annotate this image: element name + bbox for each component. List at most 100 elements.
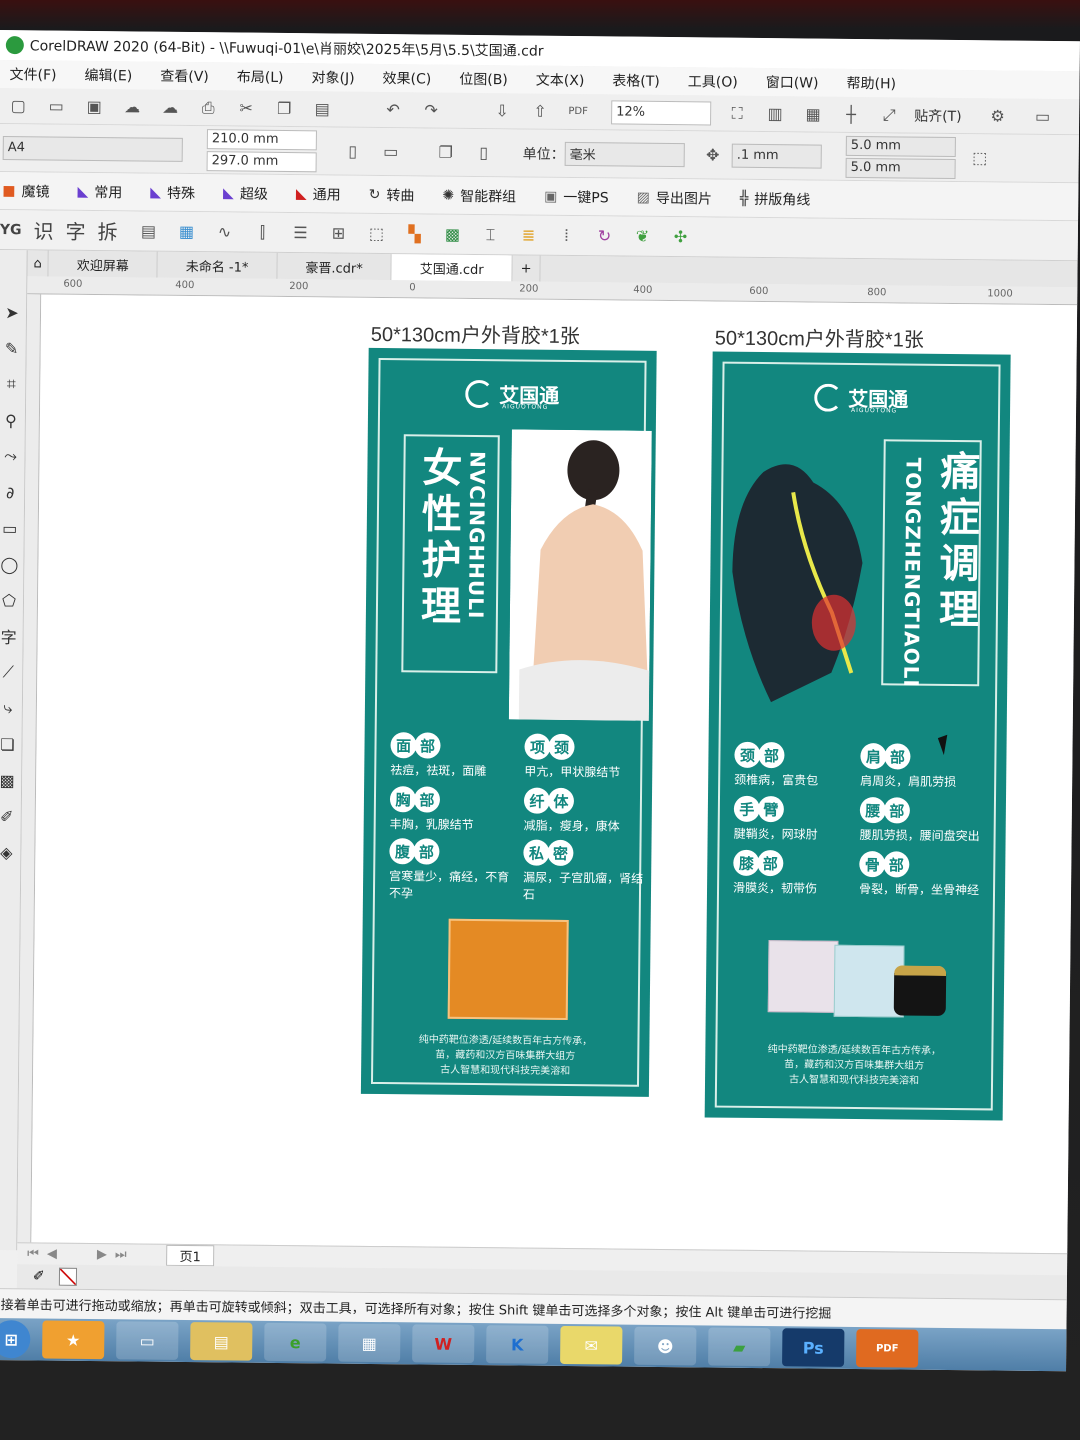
paste-icon[interactable]: ▤ <box>310 98 334 120</box>
menu-object[interactable]: 对象(J) <box>311 67 354 87</box>
tab-haojin[interactable]: 豪晋.cdr* <box>277 252 392 281</box>
ie-browser-icon[interactable]: e <box>264 1322 327 1362</box>
start-button-icon[interactable]: ⊞ <box>0 1319 31 1359</box>
plugin-mojing[interactable]: ■ 魔镜 <box>2 181 49 201</box>
rulers-icon[interactable]: ▥ <box>763 102 787 124</box>
k-app-icon[interactable]: K <box>486 1325 549 1364</box>
puzzle-icon[interactable]: ✣ <box>668 226 692 248</box>
artistic-media-icon[interactable]: ∂ <box>0 474 25 510</box>
guidelines-icon[interactable]: ┼ <box>839 103 863 125</box>
options-gear-icon[interactable]: ⚙ <box>986 105 1010 127</box>
page-height-field[interactable]: 297.0 mm <box>206 150 317 172</box>
zoom-level-field[interactable]: 12% <box>611 99 712 125</box>
save-icon[interactable]: ▣ <box>82 95 106 117</box>
eyedropper-icon[interactable]: ✐ <box>33 1268 45 1284</box>
drawing-canvas[interactable]: 50*130cm户外背胶*1张 艾国通 AIGUOTONG 女性护理 NVCIN… <box>31 294 1078 1254</box>
text-tool-icon[interactable]: 字 <box>0 618 24 654</box>
prev-page-icon[interactable]: ◀ <box>47 1247 57 1262</box>
duplicate-y-field[interactable]: 5.0 mm <box>845 157 956 179</box>
last-page-icon[interactable]: ⏭ <box>115 1247 127 1262</box>
menu-view[interactable]: 查看(V) <box>160 66 209 87</box>
no-color-swatch[interactable] <box>58 1267 77 1286</box>
import-icon[interactable]: ⇩ <box>490 100 514 122</box>
duplicate-x-field[interactable]: 5.0 mm <box>845 135 956 157</box>
align-icon[interactable]: ⫿ <box>250 221 274 243</box>
menu-edit[interactable]: 编辑(E) <box>84 65 132 85</box>
plugin-common[interactable]: ◣ 常用 <box>77 181 122 201</box>
freehand-tool-icon[interactable]: ⤳ <box>0 438 26 474</box>
cloud-download-icon[interactable]: ☁ <box>120 96 144 118</box>
favorites-star-icon[interactable]: ★ <box>42 1320 105 1360</box>
page-width-field[interactable]: 210.0 mm <box>206 128 317 150</box>
open-folder-icon[interactable]: ▭ <box>44 95 68 117</box>
menu-file[interactable]: 文件(F) <box>9 64 56 84</box>
desktop-icon[interactable]: ▭ <box>116 1321 179 1360</box>
rectangle-tool-icon[interactable]: ▭ <box>0 510 25 546</box>
bleed-frame-icon[interactable]: ⬚ <box>968 147 992 169</box>
unit-select[interactable]: 毫米 <box>564 141 685 167</box>
add-tab-icon[interactable]: + <box>512 255 541 282</box>
wave-icon[interactable]: ∿ <box>212 221 236 243</box>
launch-icon[interactable]: ⤢ <box>877 104 901 126</box>
menu-window[interactable]: 窗口(W) <box>766 72 819 93</box>
snap-to-dropdown[interactable]: 贴齐(T) <box>914 105 962 125</box>
calculator-icon[interactable]: ▦ <box>338 1323 401 1363</box>
portrait-icon[interactable]: ▯ <box>341 140 365 162</box>
full-screen-icon[interactable]: ⛶ <box>725 102 749 124</box>
plugin-super[interactable]: ◣ 超级 <box>223 183 268 203</box>
shape-tool-icon[interactable]: ✎ <box>0 330 27 366</box>
menu-text[interactable]: 文本(X) <box>536 70 585 91</box>
first-page-icon[interactable]: ⏮ <box>27 1246 39 1261</box>
green-app-icon[interactable]: ▰ <box>708 1327 771 1367</box>
recognize-button[interactable]: 识 <box>33 215 53 244</box>
plugin-special[interactable]: ◣ 特殊 <box>150 182 195 202</box>
connector-tool-icon[interactable]: ⤷ <box>0 690 23 726</box>
plugin-smart-group[interactable]: ✺ 智能群组 <box>442 185 516 206</box>
menu-bitmaps[interactable]: 位图(B) <box>459 69 508 90</box>
undo-icon[interactable]: ↶ <box>381 98 405 120</box>
banner-pain-care[interactable]: 艾国通 AIGUOTONG TONGZHENGTIAOLI 痛症调理 颈部 颈椎… <box>704 351 1011 1121</box>
tab-aiguotong[interactable]: 艾国通.cdr <box>391 254 513 282</box>
landscape-icon[interactable]: ▭ <box>379 140 403 162</box>
cut-icon[interactable]: ✂ <box>234 97 258 119</box>
eyedropper-tool-icon[interactable]: ✐ <box>0 798 22 834</box>
menu-tools[interactable]: 工具(O) <box>688 71 738 92</box>
barcode-icon[interactable]: ⦙ <box>554 224 578 246</box>
page-size-select[interactable]: A4 <box>2 135 183 162</box>
zoom-tool-icon[interactable]: ⚲ <box>0 402 26 438</box>
plugin-general[interactable]: ◣ 通用 <box>296 184 341 204</box>
distribute-icon[interactable]: ⊞ <box>326 222 350 244</box>
export-icon[interactable]: ⇧ <box>528 100 552 122</box>
copy-icon[interactable]: ❐ <box>272 97 296 119</box>
redo-icon[interactable]: ↷ <box>419 99 443 121</box>
text-frame-icon[interactable]: ⌶ <box>478 224 502 246</box>
wps-icon[interactable]: W <box>412 1324 475 1364</box>
split-button[interactable]: 拆 <box>97 216 117 245</box>
current-page-icon[interactable]: ▯ <box>472 141 496 163</box>
wechat-icon[interactable]: ✉ <box>560 1325 623 1365</box>
cloud-upload-icon[interactable]: ☁ <box>158 96 182 118</box>
tab-untitled[interactable]: 未命名 -1* <box>157 251 278 279</box>
page-tab[interactable]: 页1 <box>166 1244 214 1267</box>
plugin-imposition-marks[interactable]: ╬ 拼版角线 <box>740 188 811 209</box>
pdf-app-icon[interactable]: PDF <box>856 1329 919 1368</box>
plugin-convert-curve[interactable]: ↻ 转曲 <box>369 184 415 204</box>
next-page-icon[interactable]: ▶ <box>97 1247 107 1262</box>
pdf-icon[interactable]: PDF <box>566 100 590 122</box>
lines-icon[interactable]: ☰ <box>288 222 312 244</box>
qq-icon[interactable]: ☻ <box>634 1326 697 1366</box>
character-button[interactable]: 字 <box>65 216 85 245</box>
table-icon[interactable]: ▤ <box>136 220 160 242</box>
print-icon[interactable]: ⎙ <box>196 97 220 119</box>
ellipse-tool-icon[interactable]: ◯ <box>0 546 25 582</box>
landscape-image-icon[interactable]: ▩ <box>440 223 464 245</box>
grid-icon[interactable]: ▦ <box>801 103 825 125</box>
tab-welcome[interactable]: 欢迎屏幕 <box>48 250 158 278</box>
color-blocks-icon[interactable]: ▚ <box>402 223 426 245</box>
grid-fill-icon[interactable]: ▦ <box>174 220 198 242</box>
menu-layout[interactable]: 布局(L) <box>237 66 284 86</box>
menu-table[interactable]: 表格(T) <box>612 70 660 90</box>
all-pages-icon[interactable]: ❐ <box>434 141 458 163</box>
menu-effects[interactable]: 效果(C) <box>382 68 432 89</box>
polygon-tool-icon[interactable]: ⬠ <box>0 582 24 618</box>
